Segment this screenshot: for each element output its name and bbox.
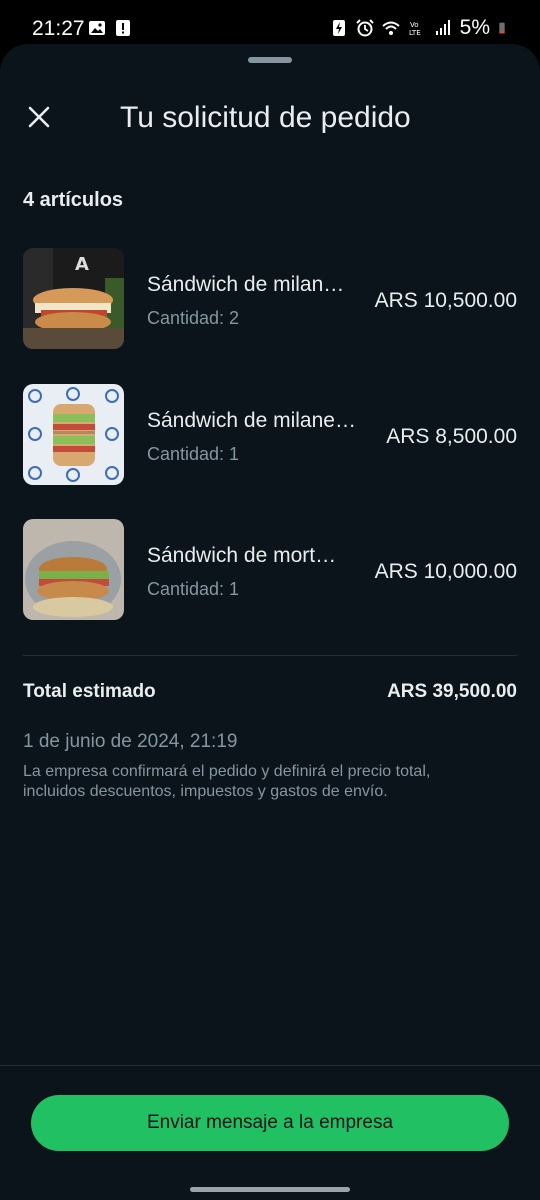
status-left-icons: [88, 19, 132, 37]
status-time: 21:27: [32, 17, 85, 40]
item-thumbnail: [23, 384, 124, 485]
page-title: Tu solicitud de pedido: [120, 101, 411, 134]
status-right: Vo LTE 5%: [330, 16, 510, 40]
item-name: Sándwich de mort…: [147, 544, 337, 567]
item-name: Sándwich de milan…: [147, 273, 345, 296]
total-value: ARS 39,500.00: [387, 681, 517, 702]
item-quantity: Cantidad: 1: [147, 579, 240, 599]
order-item[interactable]: Sándwich de milane… Cantidad: 1 ARS 8,50…: [23, 384, 517, 486]
image-icon: [89, 21, 105, 35]
wifi-icon: [381, 21, 400, 35]
drag-handle[interactable]: [248, 57, 292, 63]
battery-saver-icon: [332, 20, 345, 36]
alarm-icon: [355, 19, 374, 37]
pricing-notice: La empresa confirmará el pedido y defini…: [23, 763, 431, 800]
item-thumbnail: A: [23, 248, 124, 349]
item-price: ARS 10,000.00: [374, 560, 517, 583]
item-price: ARS 10,500.00: [374, 289, 517, 312]
message-business-button[interactable]: Enviar mensaje a la empresa: [31, 1095, 509, 1151]
divider: [23, 655, 517, 656]
gesture-nav-bar[interactable]: [190, 1187, 350, 1192]
battery-percent: 5%: [459, 16, 490, 39]
order-date: 1 de junio de 2024, 21:19: [23, 731, 238, 752]
item-name: Sándwich de milane…: [147, 409, 356, 432]
item-quantity: Cantidad: 2: [147, 308, 240, 328]
alert-icon: [116, 20, 130, 36]
item-count: 4 artículos: [23, 189, 124, 211]
svg-text:Vo: Vo: [410, 21, 419, 29]
svg-text:A: A: [75, 254, 89, 275]
signal-icon: [435, 20, 450, 35]
order-item[interactable]: Sándwich de mort… Cantidad: 1 ARS 10,000…: [23, 519, 517, 621]
item-price: ARS 8,500.00: [386, 425, 517, 448]
order-item[interactable]: A Sándwich de milan… Cantidad: 2 ARS 10,…: [23, 248, 517, 350]
order-request-sheet: Tu solicitud de pedido 4 artículos A Sán…: [0, 44, 540, 1200]
svg-text:LTE: LTE: [409, 29, 421, 37]
battery-icon: [499, 22, 505, 34]
close-icon[interactable]: [24, 102, 54, 132]
item-thumbnail: [23, 519, 124, 620]
volte-icon: VoLTE: [409, 21, 421, 37]
total-label: Total estimado: [23, 681, 156, 702]
item-quantity: Cantidad: 1: [147, 444, 240, 464]
divider: [0, 1065, 540, 1066]
